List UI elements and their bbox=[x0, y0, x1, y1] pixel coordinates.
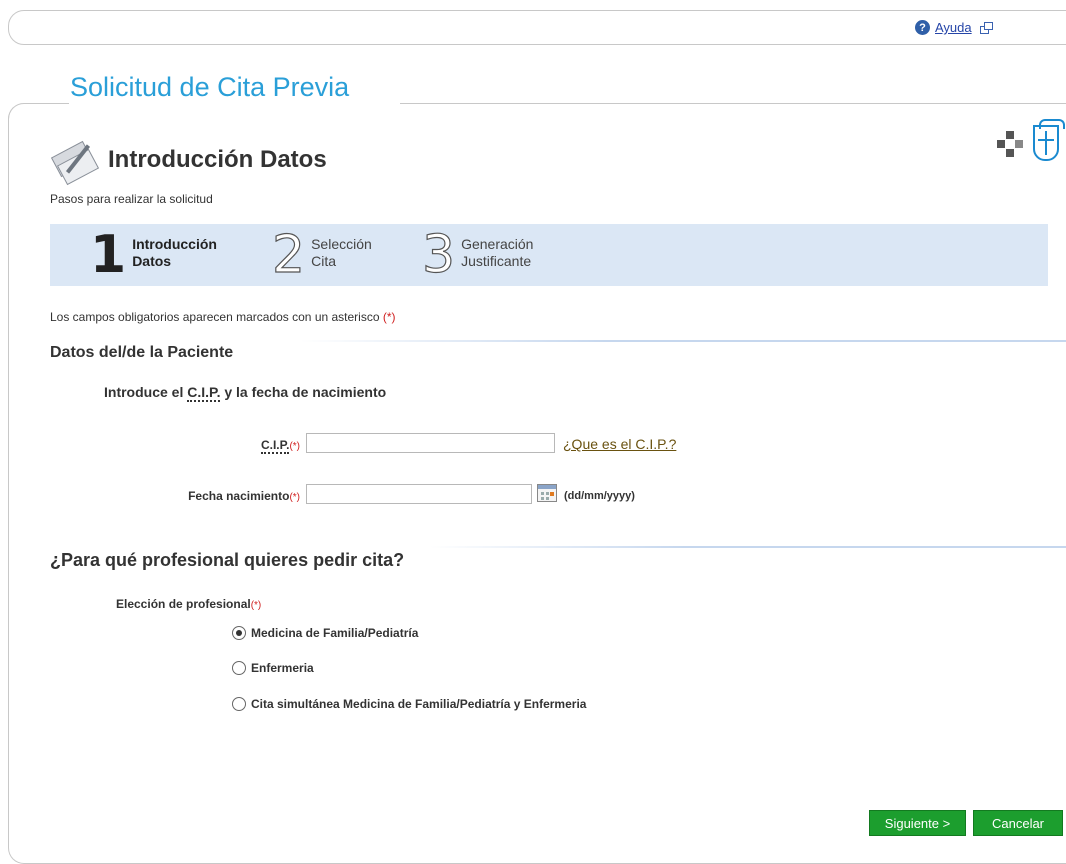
option-medicina[interactable]: Medicina de Familia/Pediatría bbox=[232, 626, 418, 640]
section-divider-2 bbox=[430, 546, 1066, 548]
cip-label: C.I.P.(*) bbox=[180, 438, 300, 454]
step-3: 3 Generación Justificante bbox=[421, 224, 534, 286]
help-area: ? Ayuda bbox=[915, 20, 993, 35]
mandatory-marker: (*) bbox=[382, 310, 396, 324]
page-title: Introducción Datos bbox=[108, 146, 327, 173]
cip-label-text: C.I.P. bbox=[260, 438, 290, 454]
section-divider bbox=[300, 340, 1066, 342]
step-2-label-line1: Selección bbox=[311, 236, 372, 252]
external-window-icon[interactable] bbox=[979, 22, 993, 34]
step-3-label-line1: Generación bbox=[461, 236, 534, 252]
birth-label-text: Fecha nacimiento bbox=[188, 489, 290, 503]
professional-label: Elección de profesional(*) bbox=[116, 597, 261, 611]
date-format-hint: (dd/mm/yyyy) bbox=[564, 490, 635, 502]
birth-label: Fecha nacimiento(*) bbox=[120, 489, 300, 503]
top-bar bbox=[8, 10, 1066, 45]
step-2: 2 Selección Cita bbox=[271, 224, 372, 286]
radio-enfermeria[interactable] bbox=[232, 661, 246, 675]
app-title: Solicitud de Cita Previa bbox=[70, 72, 350, 102]
health-cross-icon bbox=[997, 131, 1023, 157]
steps-caption: Pasos para realizar la solicitud bbox=[50, 192, 213, 206]
option-enfermeria-label: Enfermeria bbox=[251, 661, 314, 675]
calendar-icon[interactable] bbox=[537, 484, 557, 502]
birth-date-input[interactable] bbox=[306, 484, 532, 504]
radio-simultanea[interactable] bbox=[232, 697, 246, 711]
help-icon: ? bbox=[915, 20, 930, 35]
mandatory-note: Los campos obligatorios aparecen marcado… bbox=[50, 310, 396, 324]
intro-text-before: Introduce el bbox=[104, 384, 184, 400]
cip-help-link[interactable]: ¿Que es el C.I.P.? bbox=[563, 436, 676, 452]
birth-required-marker: (*) bbox=[289, 492, 300, 503]
professional-heading: ¿Para qué profesional quieres pedir cita… bbox=[50, 550, 405, 570]
step-1-label-line2: Datos bbox=[132, 253, 172, 269]
step-2-label-line2: Cita bbox=[311, 253, 336, 269]
radio-medicina[interactable] bbox=[232, 626, 246, 640]
cip-input[interactable] bbox=[306, 433, 555, 453]
step-1-label-line1: Introducción bbox=[132, 236, 217, 252]
step-3-number: 3 bbox=[421, 225, 456, 285]
patient-intro: Introduce el C.I.P. y la fecha de nacimi… bbox=[104, 384, 387, 402]
option-medicina-label: Medicina de Familia/Pediatría bbox=[251, 626, 419, 640]
asturias-shield-icon bbox=[1033, 125, 1059, 161]
intro-cip-abbr: C.I.P. bbox=[187, 384, 221, 402]
professional-required-marker: (*) bbox=[250, 600, 262, 611]
intro-text-after: y la fecha de nacimiento bbox=[224, 384, 387, 400]
mandatory-note-text: Los campos obligatorios aparecen marcado… bbox=[50, 310, 380, 324]
help-link[interactable]: Ayuda bbox=[935, 20, 972, 35]
option-enfermeria[interactable]: Enfermeria bbox=[232, 661, 314, 675]
logos bbox=[997, 125, 1059, 161]
option-simultanea[interactable]: Cita simultánea Medicina de Familia/Pedi… bbox=[232, 697, 586, 711]
documents-icon bbox=[50, 140, 100, 186]
professional-label-text: Elección de profesional bbox=[116, 597, 251, 611]
step-3-label-line2: Justificante bbox=[461, 253, 532, 269]
next-button[interactable]: Siguiente > bbox=[869, 810, 966, 836]
step-2-number: 2 bbox=[271, 225, 306, 285]
patient-heading: Datos del/de la Paciente bbox=[50, 344, 234, 361]
step-1-number: 1 bbox=[90, 225, 127, 285]
step-1: 1 Introducción Datos bbox=[90, 224, 217, 286]
steps-bar: 1 Introducción Datos 2 Selección Cita 3 Ge… bbox=[50, 224, 1048, 286]
cancel-button[interactable]: Cancelar bbox=[973, 810, 1063, 836]
option-simultanea-label: Cita simultánea Medicina de Familia/Pedi… bbox=[251, 697, 587, 711]
page-header: Introducción Datos bbox=[50, 140, 327, 186]
cip-required-marker: (*) bbox=[289, 441, 300, 452]
